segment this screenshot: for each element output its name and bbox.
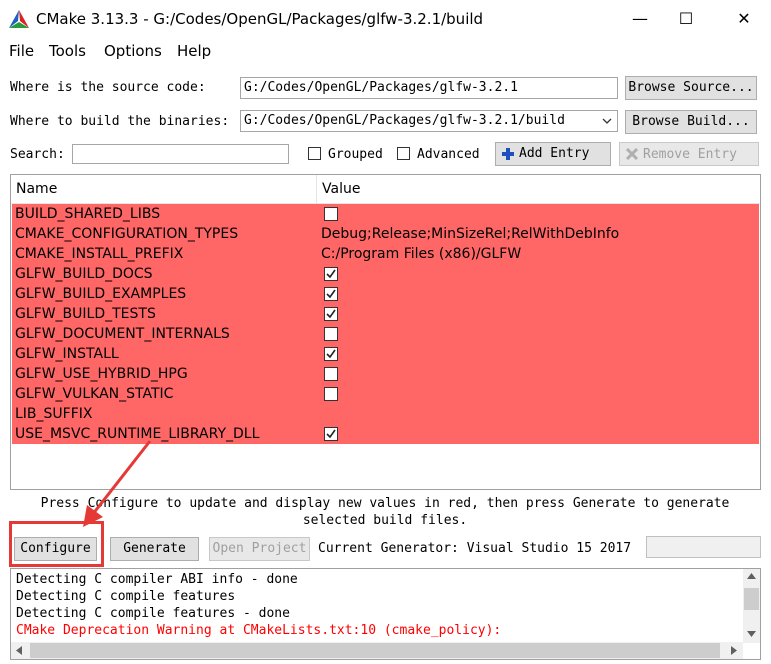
table-row[interactable]: LIB_SUFFIX (12, 404, 759, 424)
table-row[interactable]: GLFW_BUILD_DOCS (12, 264, 759, 284)
column-divider (316, 175, 317, 203)
grouped-label: Grouped (328, 147, 383, 162)
close-icon: ✕ (737, 9, 751, 28)
log-line: Detecting C compile features - done (16, 606, 290, 621)
advanced-checkbox[interactable] (397, 147, 410, 160)
entry-name: CMAKE_CONFIGURATION_TYPES (15, 226, 239, 242)
remove-entry-button[interactable]: Remove Entry (619, 142, 759, 166)
minimize-icon: — (632, 9, 648, 28)
table-row[interactable]: GLFW_INSTALL (12, 344, 759, 364)
search-input[interactable] (72, 144, 289, 164)
menu-help[interactable]: Help (177, 42, 211, 60)
maximize-button[interactable]: ☐ (663, 0, 709, 38)
build-path-combobox[interactable]: G:/Codes/OpenGL/Packages/glfw-3.2.1/buil… (240, 110, 618, 132)
add-entry-label: Add Entry (519, 146, 590, 161)
scroll-thumb-horizontal[interactable] (30, 643, 720, 658)
checkmark-icon (326, 269, 336, 279)
entry-name: LIB_SUFFIX (15, 406, 93, 422)
chevron-down-icon[interactable] (602, 118, 612, 125)
advanced-label: Advanced (417, 147, 480, 162)
table-row[interactable]: GLFW_BUILD_EXAMPLES (12, 284, 759, 304)
table-row[interactable]: CMAKE_CONFIGURATION_TYPES Debug;Release;M… (12, 224, 759, 244)
table-row[interactable]: BUILD_SHARED_LIBS (12, 204, 759, 224)
table-header: Name Value (11, 175, 760, 204)
entry-checkbox[interactable] (324, 327, 338, 341)
source-path-input[interactable]: G:/Codes/OpenGL/Packages/glfw-3.2.1 (240, 77, 618, 99)
current-generator-label: Current Generator: Visual Studio 15 2017 (318, 541, 632, 556)
entry-checkbox[interactable] (324, 347, 338, 361)
build-label: Where to build the binaries: (10, 114, 230, 129)
column-header-value[interactable]: Value (322, 181, 360, 197)
remove-x-icon (626, 148, 638, 160)
scroll-left-icon[interactable] (16, 646, 22, 655)
checkmark-icon (326, 349, 336, 359)
entry-name: GLFW_USE_HYBRID_HPG (15, 366, 188, 382)
entry-name: GLFW_INSTALL (15, 346, 119, 362)
table-row[interactable]: GLFW_DOCUMENT_INTERNALS (12, 324, 759, 344)
output-log[interactable]: Detecting C compiler ABI info - done Dete… (10, 568, 761, 660)
entry-checkbox[interactable] (324, 387, 338, 401)
entry-checkbox[interactable] (324, 427, 338, 441)
entry-checkbox[interactable] (324, 367, 338, 381)
annotation-arrow-icon (83, 440, 152, 527)
entry-value[interactable]: Debug;Release;MinSizeRel;RelWithDebInfo (321, 226, 619, 242)
table-row[interactable]: CMAKE_INSTALL_PREFIX C:/Program Files (x8… (12, 244, 759, 264)
checkmark-icon (326, 289, 336, 299)
add-entry-button[interactable]: Add Entry (495, 142, 611, 166)
entry-name: GLFW_BUILD_DOCS (15, 266, 153, 282)
browse-build-button[interactable]: Browse Build... (625, 110, 757, 134)
checkmark-icon (326, 429, 336, 439)
entry-checkbox[interactable] (324, 267, 338, 281)
table-row[interactable]: GLFW_USE_HYBRID_HPG (12, 364, 759, 384)
entry-name: CMAKE_INSTALL_PREFIX (15, 246, 184, 262)
log-line: CMake Deprecation Warning at CMakeLists.… (16, 623, 502, 638)
scroll-thumb[interactable] (744, 588, 759, 610)
table-row[interactable]: GLFW_BUILD_TESTS (12, 304, 759, 324)
entry-checkbox[interactable] (324, 207, 338, 221)
window-title: CMake 3.13.3 - G:/Codes/OpenGL/Packages/… (36, 10, 484, 28)
entry-name: GLFW_DOCUMENT_INTERNALS (15, 326, 230, 342)
cmake-logo-icon (9, 10, 29, 28)
progress-bar (646, 536, 761, 558)
entry-value[interactable]: C:/Program Files (x86)/GLFW (321, 246, 521, 262)
scroll-right-icon[interactable] (731, 646, 737, 655)
maximize-icon: ☐ (678, 9, 694, 28)
log-line: Detecting C compiler ABI info - done (16, 572, 298, 587)
search-label: Search: (10, 147, 65, 162)
column-header-name[interactable]: Name (16, 181, 57, 197)
menu-tools[interactable]: Tools (49, 42, 86, 60)
entry-name: GLFW_BUILD_TESTS (15, 306, 156, 322)
scroll-up-icon[interactable] (747, 573, 756, 579)
menu-options[interactable]: Options (104, 42, 162, 60)
entry-name: GLFW_BUILD_EXAMPLES (15, 286, 187, 302)
open-project-button[interactable]: Open Project (209, 537, 310, 561)
build-path-value: G:/Codes/OpenGL/Packages/glfw-3.2.1/buil… (244, 113, 565, 128)
entry-checkbox[interactable] (324, 287, 338, 301)
horizontal-scrollbar[interactable] (11, 642, 743, 659)
entry-checkbox[interactable] (324, 307, 338, 321)
table-rows: BUILD_SHARED_LIBS CMAKE_CONFIGURATION_TYP… (12, 204, 759, 444)
log-line: Detecting C compile features (16, 589, 236, 604)
checkmark-icon (326, 309, 336, 319)
table-row[interactable]: GLFW_VULKAN_STATIC (12, 384, 759, 404)
vertical-scrollbar[interactable] (743, 569, 760, 643)
remove-entry-label: Remove Entry (643, 147, 737, 162)
scroll-down-icon[interactable] (747, 631, 756, 637)
close-button[interactable]: ✕ (721, 0, 767, 38)
grouped-checkbox[interactable] (308, 147, 321, 160)
menu-file[interactable]: File (9, 42, 34, 60)
entry-name: GLFW_VULKAN_STATIC (15, 386, 174, 402)
source-label: Where is the source code: (10, 80, 206, 95)
minimize-button[interactable]: — (617, 0, 663, 38)
entry-name: BUILD_SHARED_LIBS (15, 206, 161, 222)
plus-icon (502, 148, 514, 160)
browse-source-button[interactable]: Browse Source... (625, 76, 757, 100)
generate-button[interactable]: Generate (110, 537, 199, 561)
